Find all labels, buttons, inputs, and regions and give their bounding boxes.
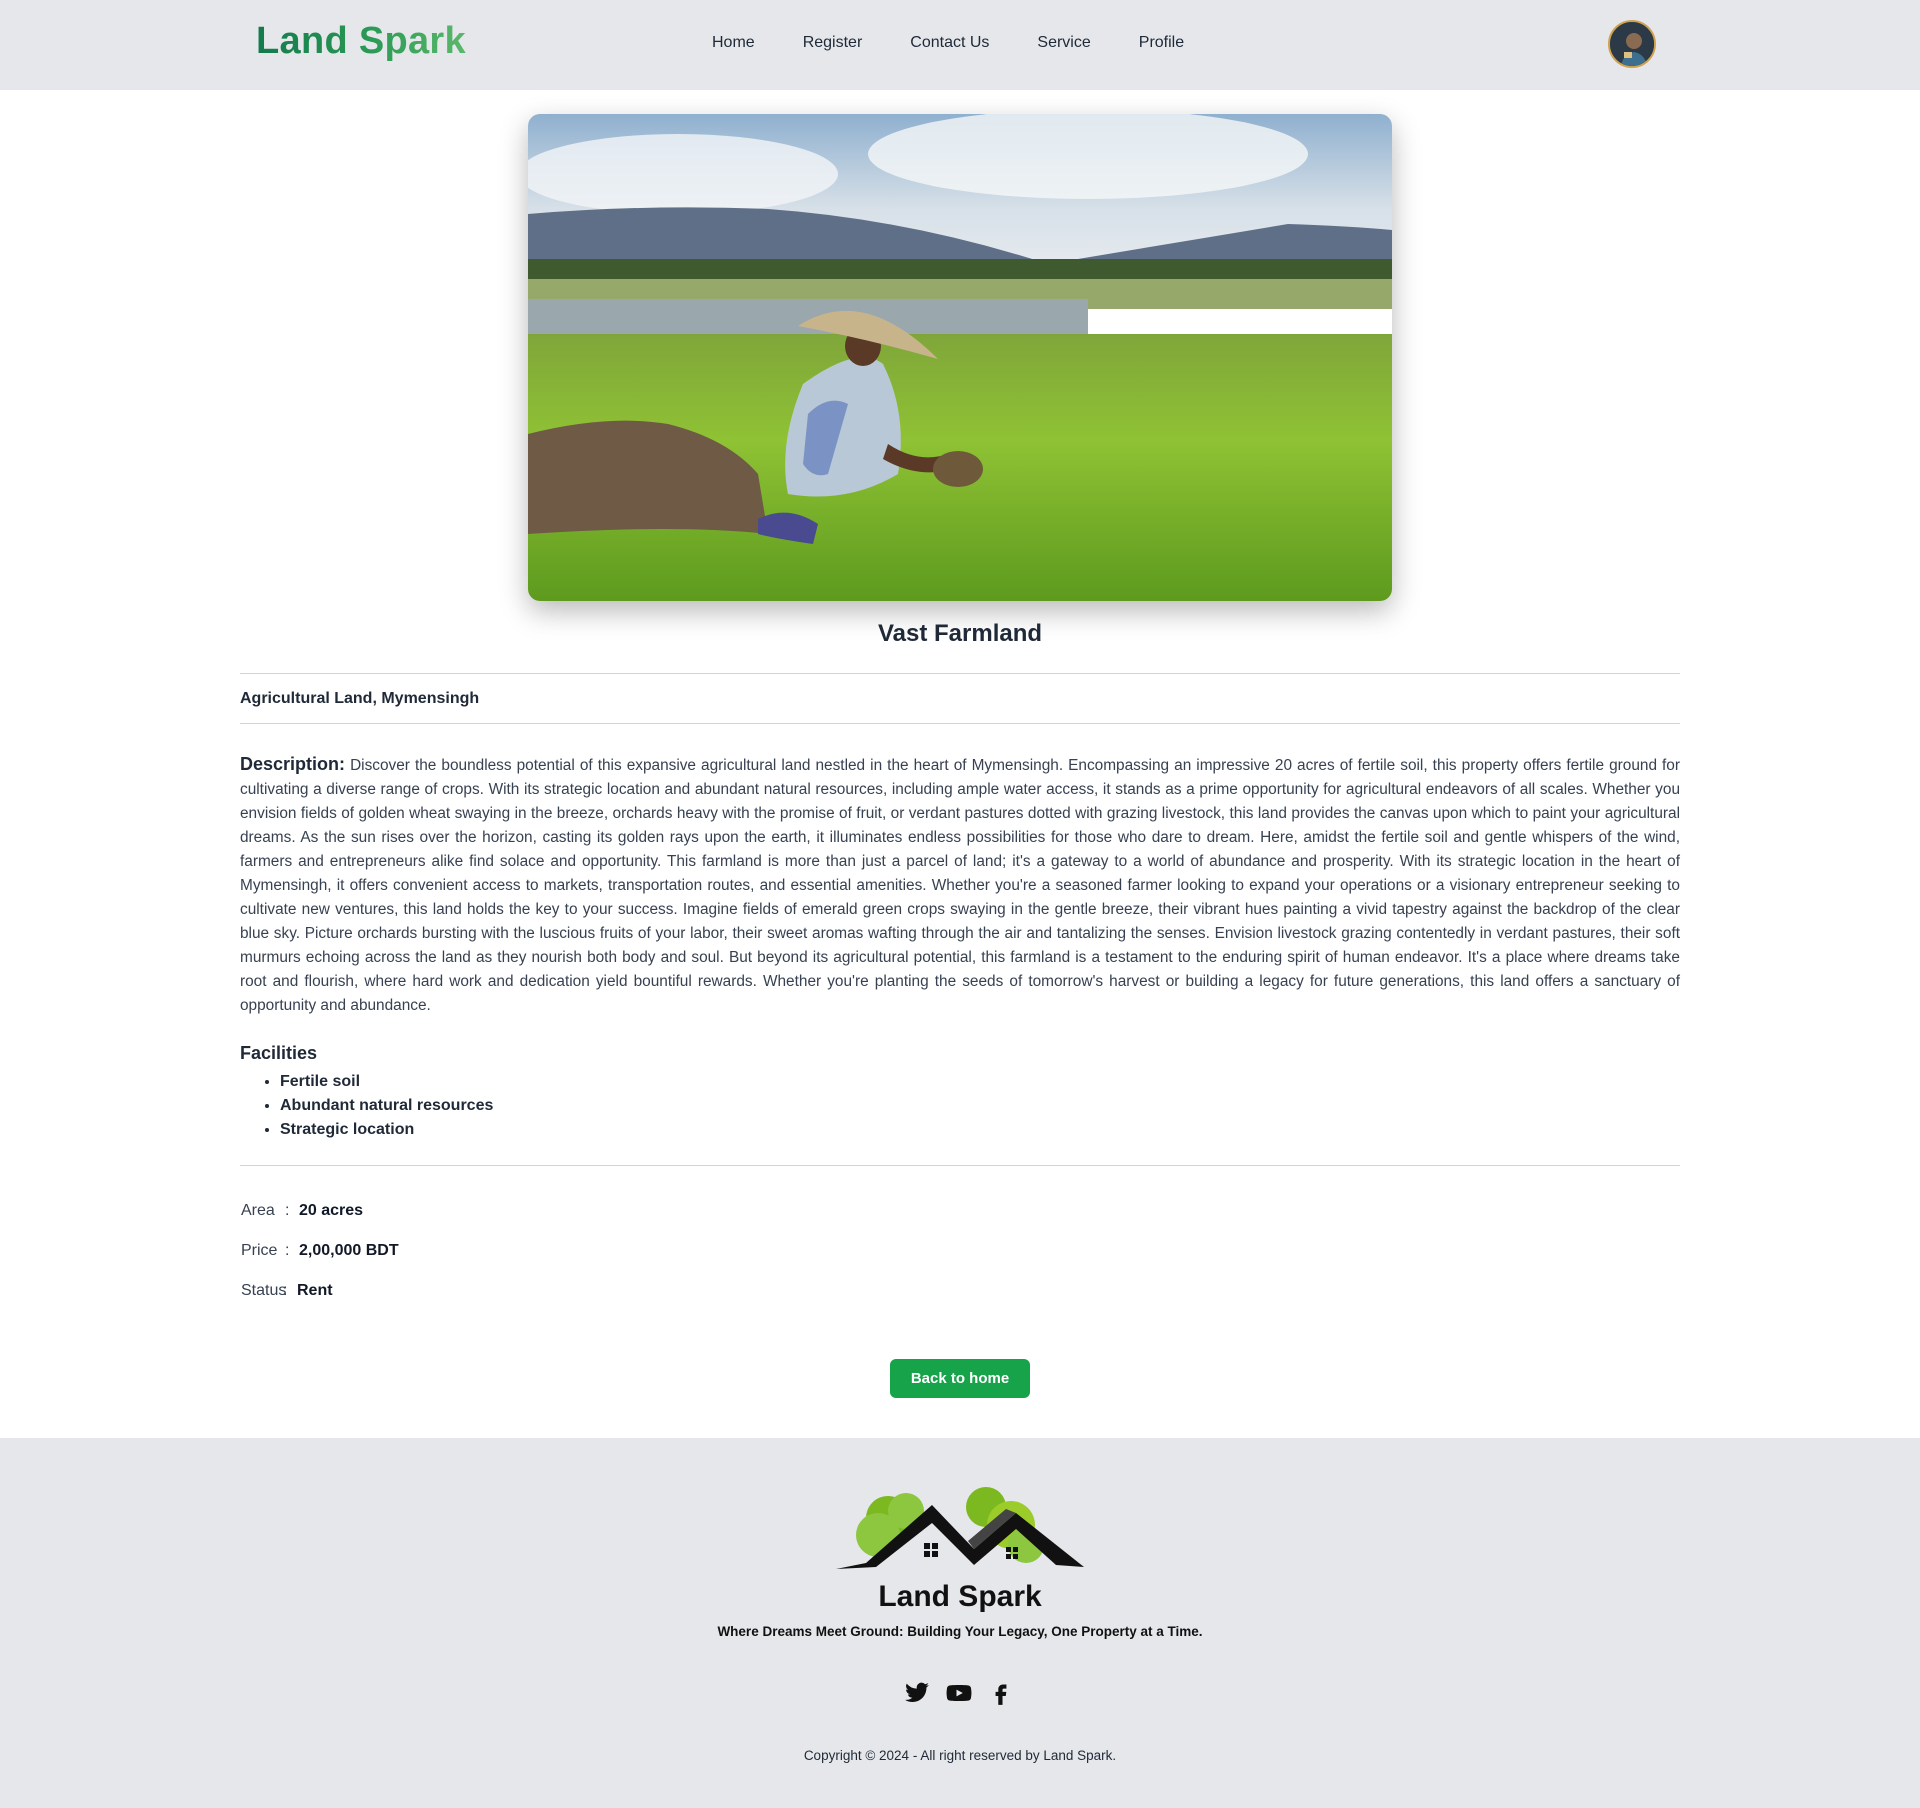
status-row: Status : Rent xyxy=(241,1282,333,1300)
nav-link-profile[interactable]: Profile xyxy=(1139,34,1184,52)
nav-link-register[interactable]: Register xyxy=(803,34,863,52)
nav-link-service[interactable]: Service xyxy=(1037,34,1090,52)
property-location: Agricultural Land, Mymensingh xyxy=(240,690,480,707)
area-label: Area xyxy=(241,1202,275,1219)
status-label: Status xyxy=(241,1282,287,1299)
facility-item: Abundant natural resources xyxy=(280,1094,493,1118)
price-label: Price xyxy=(241,1242,278,1259)
footer-brand-name: Land Spark xyxy=(878,1580,1042,1613)
user-avatar[interactable] xyxy=(1608,20,1656,68)
back-to-home-button[interactable]: Back to home xyxy=(890,1359,1030,1398)
price-row: Price : 2,00,000 BDT xyxy=(241,1242,399,1260)
house-logo-icon xyxy=(836,1483,1084,1569)
brand-logo-text[interactable]: Land Spark xyxy=(256,20,466,63)
facility-item: Strategic location xyxy=(280,1118,493,1142)
divider xyxy=(240,1165,1680,1166)
area-value: 20 acres xyxy=(299,1202,364,1219)
description-text: Discover the boundless potential of this… xyxy=(240,757,1680,1014)
facilities-list: Fertile soil Abundant natural resources … xyxy=(280,1070,493,1142)
property-title: Vast Farmland xyxy=(877,620,1043,647)
footer-tagline: Where Dreams Meet Ground: Building Your … xyxy=(717,1624,1203,1639)
property-image xyxy=(528,114,1392,601)
nav-links: Home Register Contact Us Service Profile xyxy=(712,34,1232,52)
twitter-icon[interactable] xyxy=(904,1680,930,1706)
facilities-heading: Facilities xyxy=(240,1043,318,1063)
divider xyxy=(240,723,1680,724)
description-label: Description: xyxy=(240,754,346,774)
status-separator: : xyxy=(283,1282,288,1299)
social-links xyxy=(904,1680,1014,1706)
nav-link-home[interactable]: Home xyxy=(712,34,755,52)
area-row: Area : 20 acres xyxy=(241,1202,363,1220)
status-value: Rent xyxy=(297,1282,333,1299)
price-value: 2,00,000 BDT xyxy=(299,1242,399,1259)
copyright-text: Copyright © 2024 - All right reserved by… xyxy=(803,1748,1117,1763)
property-description: Description: Discover the boundless pote… xyxy=(240,752,1680,1018)
nav-link-contact-us[interactable]: Contact Us xyxy=(910,34,989,52)
price-separator: : xyxy=(285,1242,290,1259)
area-separator: : xyxy=(285,1202,290,1219)
divider xyxy=(240,673,1680,674)
navbar: Land Spark Home Register Contact Us Serv… xyxy=(0,0,1920,90)
facebook-icon[interactable] xyxy=(988,1680,1014,1706)
youtube-icon[interactable] xyxy=(946,1680,972,1706)
facility-item: Fertile soil xyxy=(280,1070,493,1094)
